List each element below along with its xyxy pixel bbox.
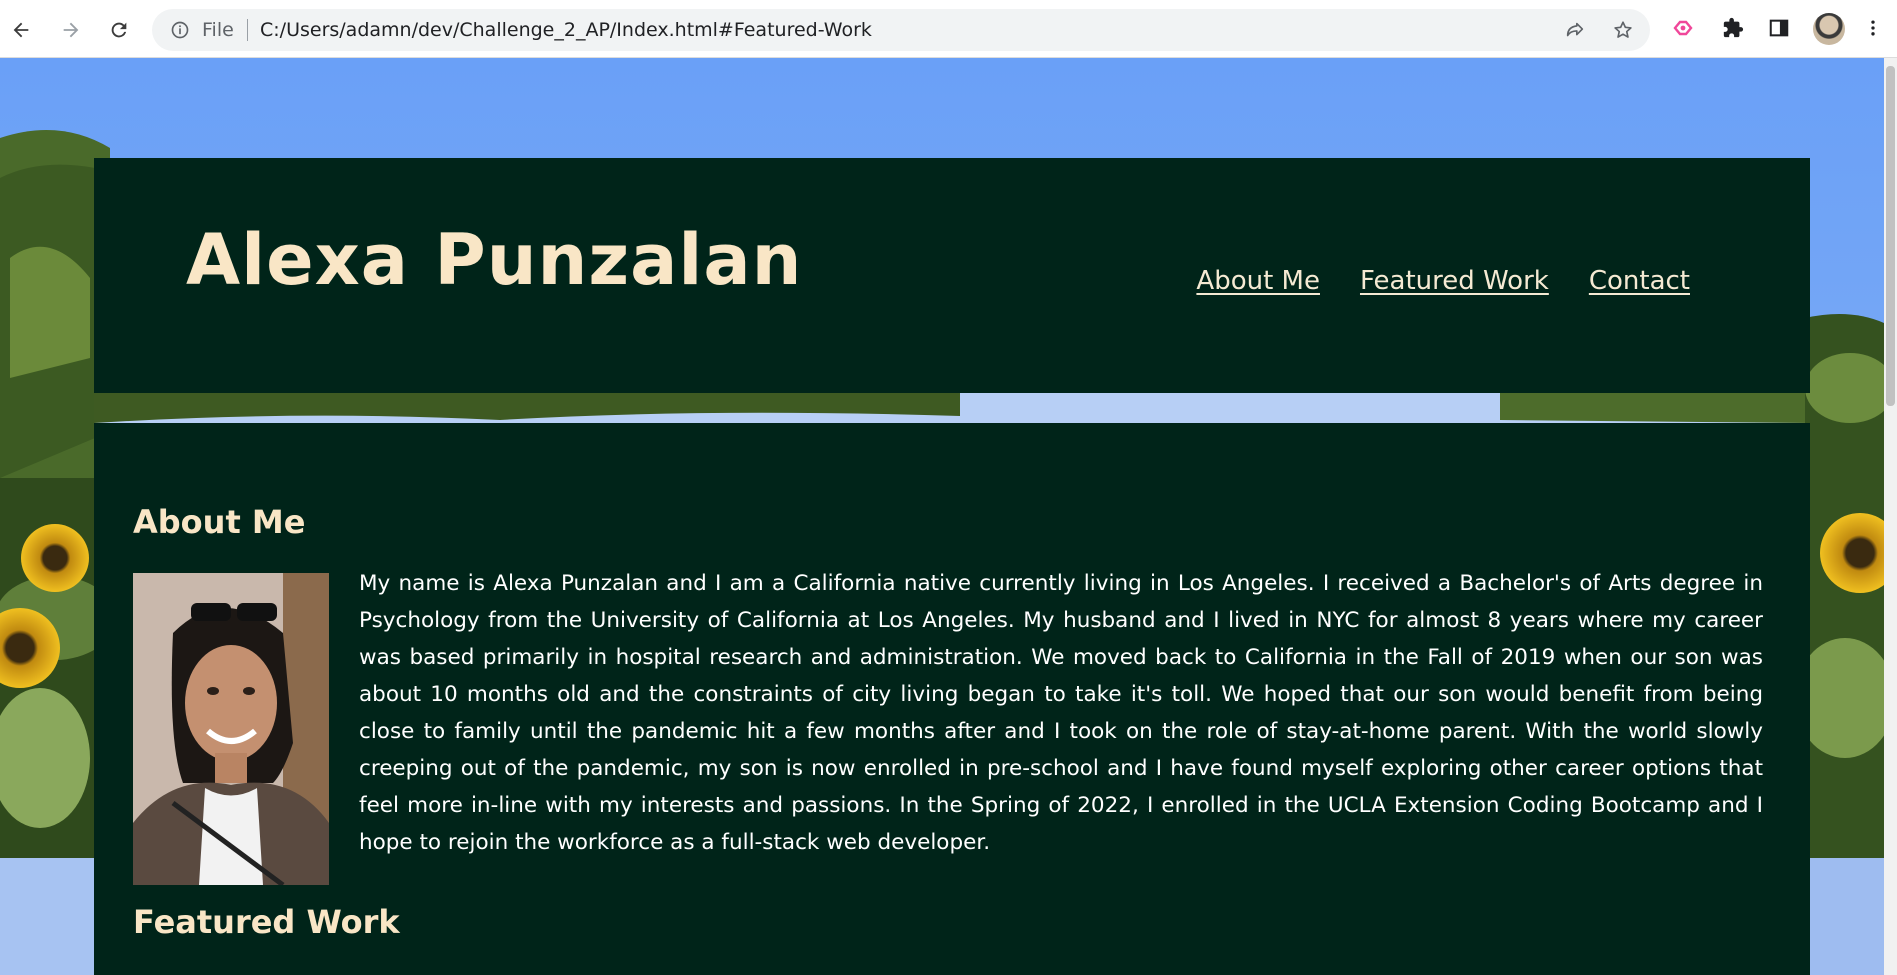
profile-photo: [133, 573, 329, 885]
site-header: Alexa Punzalan About Me Featured Work Co…: [94, 158, 1810, 393]
side-panel-button[interactable]: [1766, 15, 1792, 41]
back-button[interactable]: [4, 13, 38, 47]
reload-button[interactable]: [102, 13, 136, 47]
puzzle-icon: [1723, 17, 1744, 38]
scrollbar-thumb[interactable]: [1886, 66, 1895, 406]
site-title: Alexa Punzalan: [186, 219, 803, 301]
nav-link-about-me[interactable]: About Me: [1196, 266, 1320, 296]
featured-work-heading: Featured Work: [133, 903, 400, 941]
extensions-button[interactable]: [1720, 15, 1746, 41]
address-scheme: File: [202, 19, 234, 41]
address-url[interactable]: C:/Users/adamn/dev/Challenge_2_AP/Index.…: [260, 19, 872, 41]
address-separator: [247, 19, 248, 41]
extension-pink-icon: [1673, 20, 1693, 36]
star-icon[interactable]: [1612, 19, 1634, 41]
about-heading: About Me: [133, 503, 306, 541]
about-paragraph: My name is Alexa Punzalan and I am a Cal…: [359, 571, 1763, 855]
profile-avatar[interactable]: [1813, 13, 1845, 45]
site-nav: About Me Featured Work Contact: [1196, 266, 1690, 296]
more-vert-icon: [1871, 20, 1875, 36]
share-icon[interactable]: [1564, 19, 1586, 41]
back-arrow-icon: [13, 22, 29, 38]
browser-toolbar: File C:/Users/adamn/dev/Challenge_2_AP/I…: [0, 0, 1897, 58]
sidepanel-icon: [1769, 19, 1789, 37]
menu-button[interactable]: [1860, 15, 1886, 41]
address-bar[interactable]: File C:/Users/adamn/dev/Challenge_2_AP/I…: [152, 9, 1650, 51]
nav-link-featured-work[interactable]: Featured Work: [1360, 266, 1549, 296]
main-content: About Me My name is Alexa Punzalan and I…: [94, 423, 1810, 975]
forward-button[interactable]: [54, 13, 88, 47]
nav-link-contact[interactable]: Contact: [1589, 266, 1690, 296]
info-icon[interactable]: [170, 20, 190, 40]
extension-pink-button[interactable]: [1670, 15, 1696, 41]
forward-arrow-icon: [63, 22, 79, 38]
portrait-image: [133, 573, 329, 885]
page-viewport: Alexa Punzalan About Me Featured Work Co…: [0, 58, 1884, 975]
reload-icon: [111, 22, 127, 38]
page-scrollbar[interactable]: [1884, 58, 1897, 975]
